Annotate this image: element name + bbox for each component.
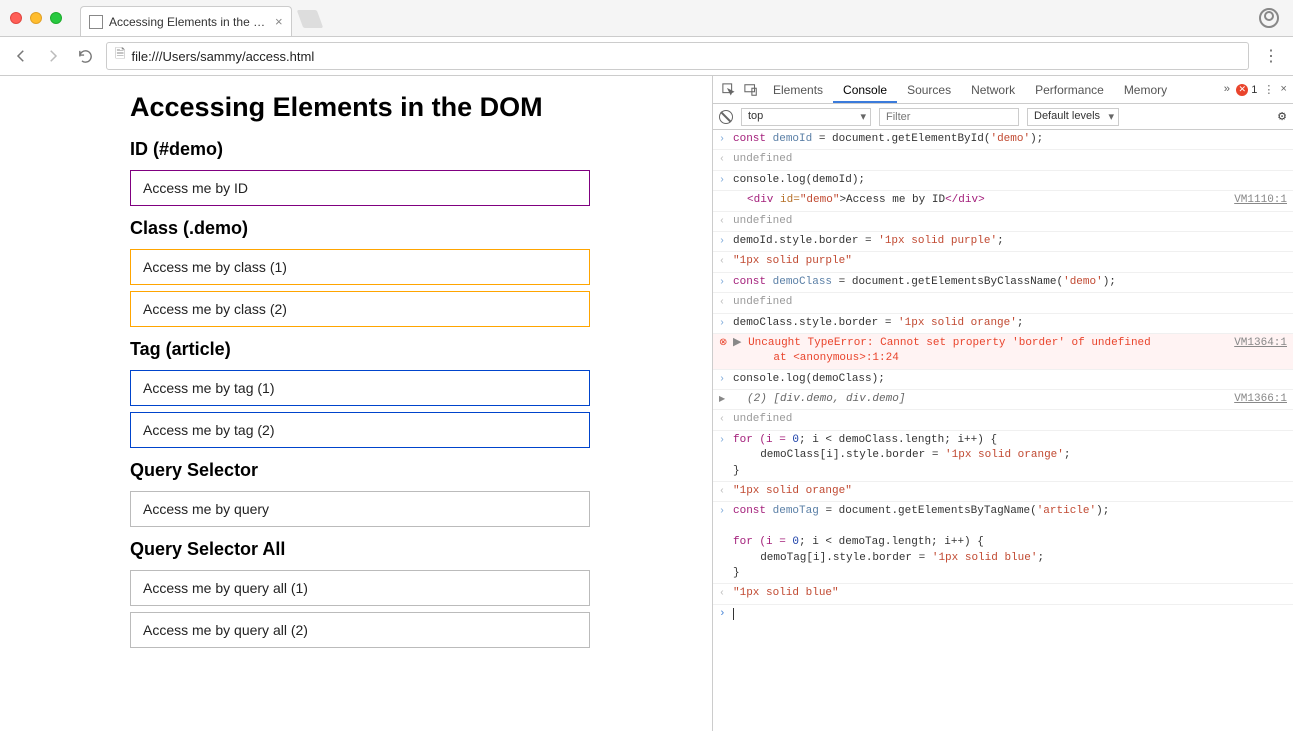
console-log-row[interactable]: (2) [div.demo, div.demo]VM1366:1 [713, 390, 1293, 410]
browser-menu-button[interactable]: ⋮ [1259, 46, 1283, 66]
content-box: Access me by tag (2) [130, 412, 590, 448]
reload-button[interactable] [74, 45, 96, 67]
context-selector[interactable]: top [741, 108, 871, 126]
console-output-row: undefined [713, 293, 1293, 313]
device-mode-icon[interactable] [741, 80, 761, 100]
close-devtools-icon[interactable]: × [1280, 84, 1287, 96]
console-log-row: <div id="demo">Access me by ID</div>VM11… [713, 191, 1293, 211]
section-heading: Class (.demo) [130, 218, 590, 239]
console-input-row: for (i = 0; i < demoClass.length; i++) {… [713, 431, 1293, 482]
url-text: file:///Users/sammy/access.html [131, 49, 314, 64]
devtools-tab-performance[interactable]: Performance [1025, 77, 1114, 103]
more-tabs-icon[interactable]: » [1224, 84, 1231, 96]
source-link[interactable]: VM1364:1 [1214, 336, 1287, 367]
source-link[interactable]: VM1366:1 [1214, 392, 1287, 407]
clear-console-icon[interactable] [719, 110, 733, 124]
url-bar[interactable]: 🗎 file:///Users/sammy/access.html [106, 42, 1249, 70]
page-viewport: Accessing Elements in the DOM ID (#demo)… [0, 76, 713, 731]
console-output: const demoId = document.getElementById('… [713, 130, 1293, 731]
filter-input[interactable] [879, 108, 1019, 126]
console-error-row: ▶ Uncaught TypeError: Cannot set propert… [713, 334, 1293, 370]
source-link[interactable]: VM1110:1 [1214, 193, 1287, 208]
console-input-row: const demoClass = document.getElementsBy… [713, 273, 1293, 293]
section-heading: Query Selector [130, 460, 590, 481]
section-heading: Tag (article) [130, 339, 590, 360]
window-controls [10, 12, 62, 24]
console-input-row: const demoTag = document.getElementsByTa… [713, 502, 1293, 584]
file-icon: 🗎 [115, 45, 125, 67]
browser-chrome: Accessing Elements in the DOM × 🗎 file:/… [0, 0, 1293, 76]
console-output-row: undefined [713, 212, 1293, 232]
console-prompt[interactable] [713, 605, 1293, 623]
console-filter-bar: top Default levels ⚙ [713, 104, 1293, 130]
tab-title: Accessing Elements in the DOM [109, 15, 269, 29]
content-box: Access me by class (1) [130, 249, 590, 285]
back-button[interactable] [10, 45, 32, 67]
error-count-badge[interactable]: ✕1 [1236, 84, 1257, 96]
inspect-element-icon[interactable] [719, 80, 739, 100]
section-heading: Query Selector All [130, 539, 590, 560]
profile-avatar-icon[interactable] [1259, 8, 1279, 28]
devtools-tab-elements[interactable]: Elements [763, 77, 833, 103]
devtools-tab-console[interactable]: Console [833, 77, 897, 103]
devtools-tab-memory[interactable]: Memory [1114, 77, 1177, 103]
section-heading: ID (#demo) [130, 139, 590, 160]
console-settings-icon[interactable]: ⚙ [1277, 110, 1287, 123]
console-output-row: undefined [713, 150, 1293, 170]
maximize-window-button[interactable] [50, 12, 62, 24]
content-box: Access me by class (2) [130, 291, 590, 327]
devtools-tabs: ElementsConsoleSourcesNetworkPerformance… [713, 76, 1293, 104]
devtools-tab-sources[interactable]: Sources [897, 77, 961, 103]
favicon-icon [89, 15, 103, 29]
close-tab-icon[interactable]: × [275, 14, 283, 29]
devtools-tab-network[interactable]: Network [961, 77, 1025, 103]
devtools-menu-icon[interactable]: ⋮ [1263, 83, 1274, 97]
console-output-row: undefined [713, 410, 1293, 430]
console-output-row: "1px solid orange" [713, 482, 1293, 502]
close-window-button[interactable] [10, 12, 22, 24]
content-box: Access me by query all (1) [130, 570, 590, 606]
content-box: Access me by ID [130, 170, 590, 206]
minimize-window-button[interactable] [30, 12, 42, 24]
console-input-row: const demoId = document.getElementById('… [713, 130, 1293, 150]
new-tab-button[interactable] [297, 10, 324, 28]
console-input-row: console.log(demoClass); [713, 370, 1293, 390]
console-input-row: demoClass.style.border = '1px solid oran… [713, 314, 1293, 334]
page-title: Accessing Elements in the DOM [130, 92, 590, 123]
nav-toolbar: 🗎 file:///Users/sammy/access.html ⋮ [0, 36, 1293, 75]
content-box: Access me by query all (2) [130, 612, 590, 648]
devtools-panel: ElementsConsoleSourcesNetworkPerformance… [713, 76, 1293, 731]
browser-tab[interactable]: Accessing Elements in the DOM × [80, 6, 292, 36]
console-input-row: demoId.style.border = '1px solid purple'… [713, 232, 1293, 252]
titlebar: Accessing Elements in the DOM × [0, 0, 1293, 36]
console-input-row: console.log(demoId); [713, 171, 1293, 191]
log-level-selector[interactable]: Default levels [1027, 108, 1119, 126]
forward-button[interactable] [42, 45, 64, 67]
console-output-row: "1px solid purple" [713, 252, 1293, 272]
content-box: Access me by tag (1) [130, 370, 590, 406]
content-box: Access me by query [130, 491, 590, 527]
console-output-row: "1px solid blue" [713, 584, 1293, 604]
